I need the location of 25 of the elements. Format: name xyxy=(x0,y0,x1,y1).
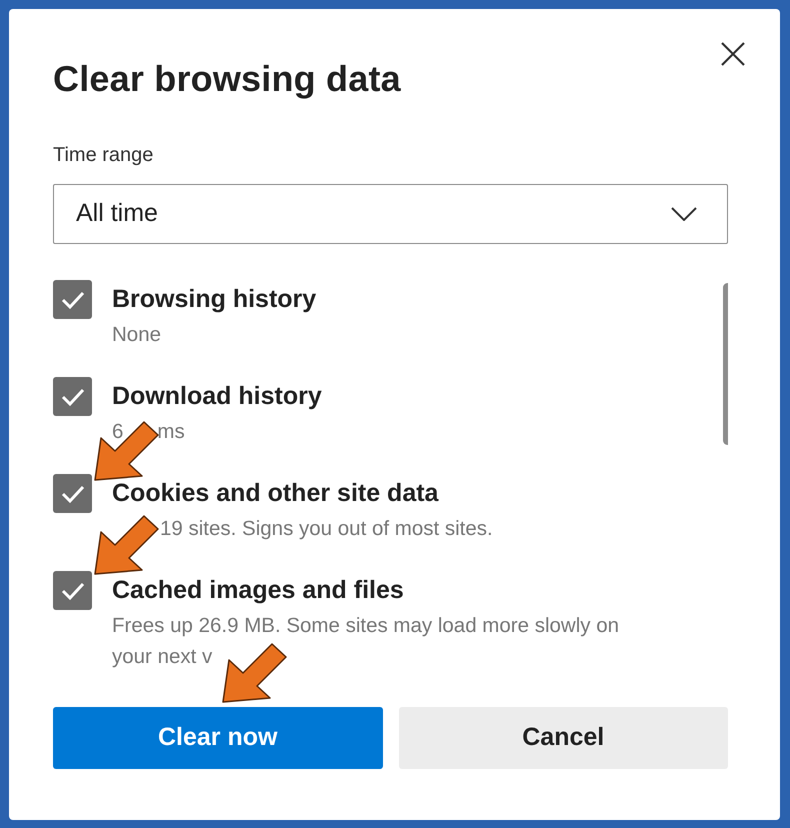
dialog-title: Clear browsing data xyxy=(53,57,402,100)
cancel-button[interactable]: Cancel xyxy=(398,707,728,770)
item-description: ms xyxy=(157,419,185,446)
close-icon xyxy=(720,41,746,67)
time-range-dropdown[interactable]: All time xyxy=(53,184,728,244)
check-icon xyxy=(60,290,84,310)
field-label: Time range xyxy=(53,143,154,168)
checkbox[interactable] xyxy=(53,377,92,416)
item-description: 19 sites. Signs you out of most sites. xyxy=(160,516,493,542)
check-icon xyxy=(60,580,84,601)
item-title: Download history xyxy=(112,381,322,412)
checkbox[interactable] xyxy=(53,280,92,320)
check-icon xyxy=(60,386,84,407)
item-title: Cached images and files xyxy=(112,575,405,606)
item-title: Browsing history xyxy=(112,284,316,316)
item-description: Frees up 26.9 MB. Some sites may load more slowly on xyxy=(112,613,620,640)
item-description: 6 xyxy=(112,419,124,446)
item-description: None xyxy=(112,322,162,348)
checkbox[interactable] xyxy=(53,571,92,610)
checkbox[interactable] xyxy=(53,474,92,514)
check-icon xyxy=(60,484,84,504)
item-description: your next v xyxy=(112,644,212,670)
clear-button[interactable]: Clear now xyxy=(53,707,382,770)
chevron-down-icon xyxy=(671,207,697,222)
item-title: Cookies and other site data xyxy=(112,478,440,510)
